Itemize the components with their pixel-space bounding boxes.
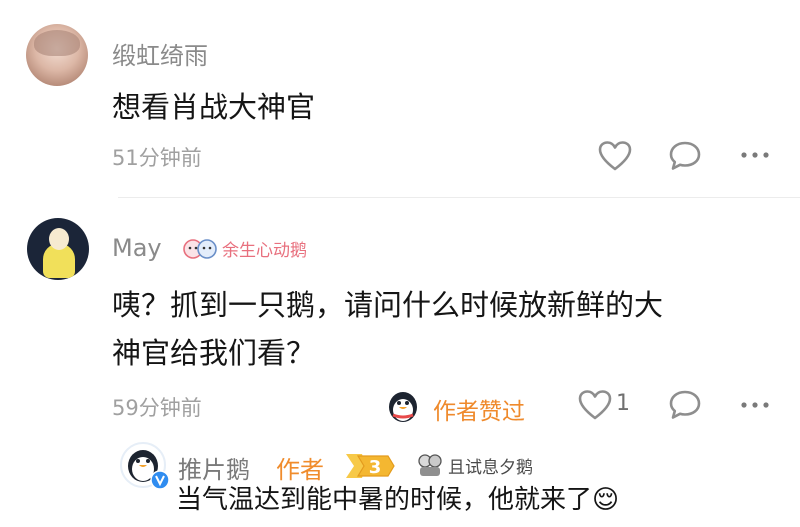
comment-time: 51分钟前 bbox=[112, 146, 202, 170]
avatar[interactable] bbox=[26, 24, 88, 86]
author-liked-label: 作者赞过 bbox=[433, 399, 525, 425]
fan-tag-label: 余生心动鹅 bbox=[222, 241, 307, 261]
comment-icon[interactable] bbox=[668, 140, 702, 172]
comment-time: 59分钟前 bbox=[112, 396, 202, 420]
comment-icon[interactable] bbox=[668, 389, 702, 421]
comment-text: 想看肖战大神官 bbox=[112, 90, 316, 124]
comment-text-line1: 咦？抓到一只鹅，请问什么时候放新鲜的大 bbox=[112, 288, 664, 322]
comment-username[interactable]: May bbox=[112, 234, 162, 262]
reply-text-content: 当气温达到能中暑的时候，他就来了 bbox=[176, 485, 593, 515]
fan-tag-label: 且试息夕鹅 bbox=[448, 457, 533, 478]
fan-tag[interactable]: 余生心动鹅 bbox=[182, 236, 307, 261]
like-count: 1 bbox=[616, 391, 630, 416]
divider bbox=[118, 197, 800, 198]
group-icon bbox=[418, 454, 442, 476]
heart-icon[interactable] bbox=[578, 389, 612, 421]
couple-icon bbox=[183, 238, 217, 259]
avatar[interactable] bbox=[27, 218, 89, 280]
more-icon[interactable] bbox=[740, 400, 770, 410]
heart-icon[interactable] bbox=[598, 140, 632, 172]
verified-icon bbox=[150, 470, 170, 490]
comment-text-line2: 神官给我们看？ bbox=[112, 336, 316, 370]
reply-text: 当气温达到能中暑的时候，他就来了😌 bbox=[176, 478, 619, 522]
level-number: 3 bbox=[369, 457, 382, 478]
fan-tag[interactable]: 且试息夕鹅 bbox=[416, 452, 533, 478]
comment-username[interactable]: 缎虹绮雨 bbox=[112, 36, 208, 71]
relieved-emoji-icon: 😌 bbox=[592, 485, 620, 515]
penguin-icon bbox=[389, 392, 417, 422]
more-icon[interactable] bbox=[740, 150, 770, 160]
